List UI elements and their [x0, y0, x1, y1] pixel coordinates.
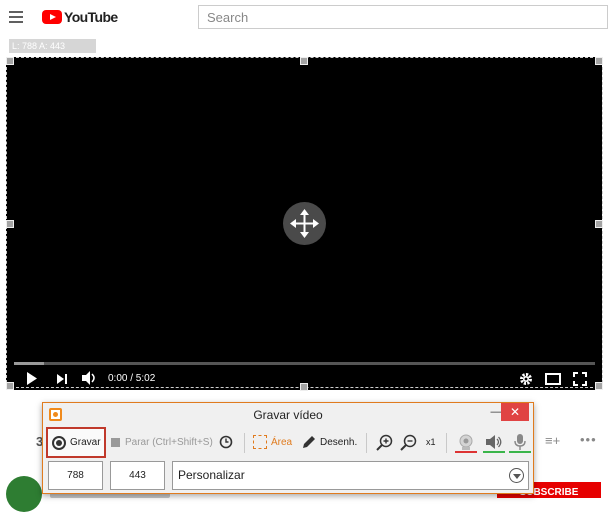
zoom-level: x1: [426, 437, 436, 447]
youtube-header: YouTube: [0, 0, 609, 36]
draw-button[interactable]: Desenh.: [301, 427, 357, 457]
separator: [366, 433, 367, 453]
zoom-in-button[interactable]: [376, 427, 393, 457]
theater-mode-icon[interactable]: [545, 373, 561, 385]
progress-bar[interactable]: [14, 362, 595, 365]
speaker-status-bar: [483, 451, 505, 453]
youtube-play-icon: [42, 10, 62, 24]
width-input[interactable]: 788: [48, 461, 103, 490]
selection-size-label: L: 788 A: 443: [9, 39, 96, 53]
resize-handle-bottom-right[interactable]: [595, 382, 603, 390]
webcam-icon: [459, 434, 473, 450]
zoom-out-icon: [400, 434, 417, 451]
microphone-icon: [514, 434, 526, 450]
resize-handle-top[interactable]: [300, 57, 308, 65]
chevron-down-icon[interactable]: [509, 468, 524, 483]
move-arrows-icon: [290, 209, 319, 238]
area-button[interactable]: Área: [253, 427, 292, 457]
stop-button[interactable]: Parar (Ctrl+Shift+S): [111, 427, 213, 457]
record-video-window: Gravar vídeo — ✕ Gravar Parar (Ctrl+Shif…: [42, 402, 534, 494]
volume-icon[interactable]: [82, 371, 98, 385]
close-button[interactable]: ✕: [501, 403, 529, 421]
microphone-status-bar: [509, 451, 531, 453]
stop-icon: [111, 437, 120, 447]
recorder-title-bar[interactable]: Gravar vídeo — ✕: [43, 403, 533, 425]
youtube-logo-text: YouTube: [64, 9, 118, 25]
resize-handle-top-left[interactable]: [6, 57, 14, 65]
move-area-button[interactable]: [283, 202, 326, 245]
more-options-icon[interactable]: •••: [580, 432, 597, 447]
recorder-title: Gravar vídeo: [253, 408, 323, 422]
next-icon[interactable]: [57, 374, 69, 384]
clock-icon: [219, 435, 233, 449]
search-box[interactable]: [198, 5, 608, 29]
stop-label: Parar (Ctrl+Shift+S): [125, 436, 213, 448]
area-select-icon: [253, 435, 267, 449]
zoom-in-icon: [376, 434, 393, 451]
area-label: Área: [271, 436, 293, 448]
menu-icon[interactable]: [9, 11, 23, 23]
resize-handle-bottom[interactable]: [300, 383, 308, 391]
search-input[interactable]: [199, 6, 607, 28]
size-preset-value: Personalizar: [178, 468, 245, 482]
schedule-button[interactable]: [219, 427, 233, 457]
zoom-out-button[interactable]: [400, 427, 417, 457]
settings-gear-icon[interactable]: [519, 372, 533, 386]
height-input[interactable]: 443: [110, 461, 165, 490]
webcam-status-bar: [455, 451, 477, 453]
buffer-bar: [14, 362, 44, 365]
separator: [446, 433, 447, 453]
youtube-logo[interactable]: YouTube: [42, 9, 118, 25]
add-to-playlist-icon[interactable]: ≡+: [545, 433, 560, 448]
fullscreen-icon[interactable]: [573, 372, 587, 386]
size-settings-row: 788 443 Personalizar: [43, 461, 533, 493]
speaker-icon: [486, 435, 502, 449]
size-preset-dropdown[interactable]: Personalizar: [172, 461, 529, 490]
separator: [244, 433, 245, 453]
resize-handle-right[interactable]: [595, 220, 603, 228]
draw-label: Desenh.: [320, 436, 358, 448]
resize-handle-left[interactable]: [6, 220, 14, 228]
record-icon: [52, 435, 66, 450]
recorder-toolbar: Gravar Parar (Ctrl+Shift+S) Área Desenh.…: [43, 427, 533, 459]
resize-handle-bottom-left[interactable]: [6, 382, 14, 390]
pencil-icon: [303, 436, 315, 448]
time-display: 0:00 / 5:02: [108, 373, 156, 384]
resize-handle-top-right[interactable]: [595, 57, 603, 65]
record-label: Gravar: [70, 437, 101, 448]
play-icon[interactable]: [26, 372, 38, 385]
channel-avatar[interactable]: [6, 476, 42, 512]
record-button[interactable]: Gravar: [46, 427, 106, 458]
